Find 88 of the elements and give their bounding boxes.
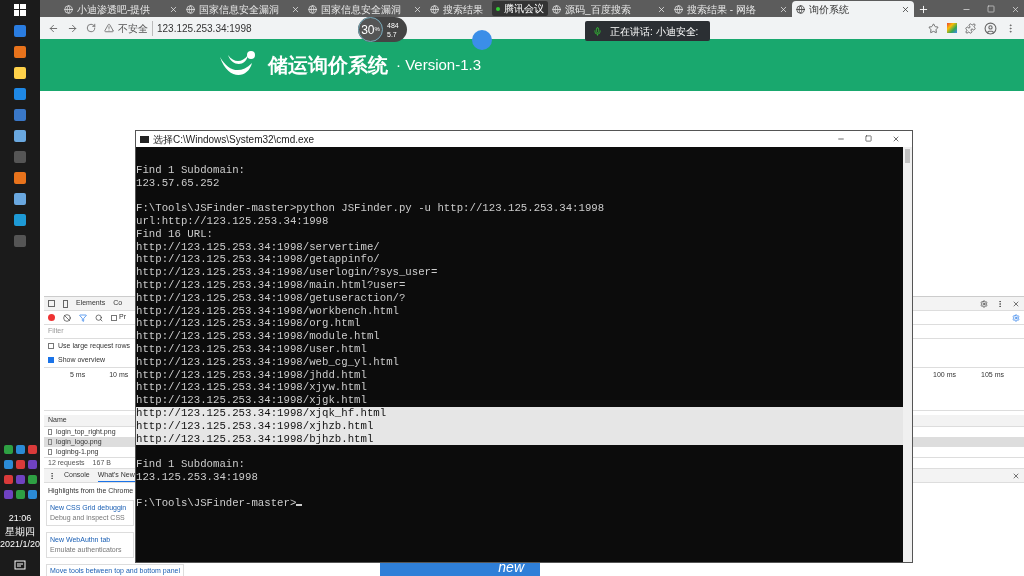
tab-title: 搜索结果 - 网络: [687, 2, 756, 17]
profile-icon[interactable]: [984, 21, 997, 35]
console-line: 123.57.65.252: [136, 176, 221, 190]
browser-tab[interactable]: 小迪渗透吧-提供: [60, 1, 182, 17]
checkbox[interactable]: [48, 357, 54, 363]
console-line: Find 16 URL:: [136, 227, 214, 241]
search-icon[interactable]: [95, 313, 103, 322]
tab-title: 小迪渗透吧-提供: [77, 2, 151, 17]
console-line: F:\Tools\JSFinder-master>python JSFinder.py -u http://123.125.253.34:1998: [136, 202, 606, 215]
settings-icon[interactable]: [980, 299, 988, 308]
tab-title: 国家信息安全漏洞: [321, 2, 401, 17]
clock-date: 2021/1/20: [0, 538, 41, 551]
clock-time: 21:06: [8, 512, 32, 525]
tab-title: 源码_百度搜索: [565, 2, 631, 17]
console-line: http://123.125.253.34:1998/web_cg_yl.html: [136, 355, 400, 369]
console-line: http://123.125.253.34:1998/xjyw.html: [136, 381, 368, 395]
reload-icon[interactable]: [86, 23, 96, 33]
forward-icon[interactable]: [67, 22, 78, 34]
app-icon[interactable]: [14, 193, 26, 205]
page-icon: [796, 4, 805, 14]
console-line: http://123.125.253.34:1998/getappinfo/: [136, 253, 381, 267]
browser-tab[interactable]: 询价系统: [792, 1, 914, 17]
browser-tab[interactable]: 国家信息安全漏洞: [182, 1, 304, 17]
filter-icon[interactable]: [79, 313, 87, 322]
console-line: 123.125.253.34:1998: [136, 470, 259, 484]
browser-tab[interactable]: 国家信息安全漏洞: [304, 1, 426, 17]
console-line: http://123.125.253.34:1998/jhdd.html: [136, 368, 368, 382]
notification-icon[interactable]: [14, 560, 26, 572]
console-line: url:http://123.125.253.34:1998: [136, 215, 330, 228]
settings-icon[interactable]: [1012, 313, 1020, 322]
window-title: 选择C:\Windows\System32\cmd.exe: [153, 132, 315, 147]
device-icon[interactable]: [63, 299, 68, 308]
clear-icon[interactable]: [63, 313, 71, 322]
clock-weekday: 星期四: [5, 525, 35, 538]
minimize-icon[interactable]: [837, 135, 845, 143]
console-line: http://123.125.253.34:1998/main.html?user=: [136, 278, 407, 292]
app-icon[interactable]: [14, 172, 26, 184]
console-line: Find 1 Subdomain:: [136, 163, 247, 177]
page-icon: [308, 4, 317, 14]
tab-title: 搜索结果: [443, 2, 483, 17]
warning-icon: [104, 23, 114, 33]
app-icon[interactable]: [14, 25, 26, 37]
console-line: Find 1 Subdomain:: [136, 458, 247, 471]
console-line: http://123.125.253.34:1998/getuseraction/?: [136, 291, 407, 305]
app-icon[interactable]: [14, 214, 26, 226]
console-line: http://123.125.253.34:1998/org.html: [136, 317, 362, 331]
console-line: http://123.125.253.34:1998/xjgk.html: [136, 394, 368, 407]
extension-icon[interactable]: [947, 23, 957, 33]
maximize-icon[interactable]: [865, 135, 872, 142]
inspect-icon[interactable]: [48, 300, 55, 307]
app-icon[interactable]: [14, 88, 26, 100]
extensions-icon[interactable]: [965, 22, 976, 34]
page-icon: [552, 4, 561, 14]
checkbox[interactable]: [111, 314, 117, 321]
microphone-icon: [593, 26, 602, 36]
console-line: F:\Tools\JSFinder-master>: [136, 496, 903, 510]
meeting-tooltip: 腾讯会议: [492, 1, 548, 16]
console-line: http://123.125.253.34:1998/module.html: [136, 330, 381, 343]
tab-title: 国家信息安全漏洞: [199, 2, 279, 17]
record-icon[interactable]: [48, 314, 55, 321]
app-icon[interactable]: [14, 67, 26, 79]
version-label: · Version-1.3: [396, 54, 482, 75]
back-icon[interactable]: [48, 22, 59, 34]
page-icon: [430, 4, 439, 14]
app-icon[interactable]: [14, 130, 26, 142]
page-icon: [186, 4, 195, 14]
scrollbar[interactable]: [903, 147, 912, 562]
tab-title: 询价系统: [809, 2, 849, 17]
console-line: http://123.125.253.34:1998/workbench.html: [136, 304, 400, 318]
app-icon[interactable]: [14, 109, 26, 121]
console-line: http://123.125.253.34:1998/user.html: [136, 342, 368, 356]
browser-tab[interactable]: 源码_百度搜索: [548, 1, 670, 17]
page-icon: [64, 4, 73, 14]
console-line: http://123.125.253.34:1998/userlogin/?sys_user=: [136, 266, 439, 279]
console-icon: [140, 135, 149, 143]
page-icon: [674, 4, 683, 14]
speaking-tooltip: 正在讲话: 小迪安全:: [585, 21, 710, 41]
menu-icon[interactable]: [48, 471, 56, 480]
windows-icon[interactable]: [14, 4, 26, 16]
menu-icon[interactable]: [996, 299, 1004, 308]
app-icon[interactable]: [14, 46, 26, 58]
console-line: http://123.125.253.34:1998/servertime/: [136, 240, 381, 254]
bookmark-icon[interactable]: [928, 22, 939, 34]
browser-tab[interactable]: 搜索结果 - 网络: [670, 1, 792, 17]
new-tab-icon[interactable]: [918, 4, 929, 15]
cursor: [296, 503, 303, 506]
checkbox[interactable]: [48, 343, 54, 349]
system-title: 储运询价系统: [268, 53, 388, 78]
